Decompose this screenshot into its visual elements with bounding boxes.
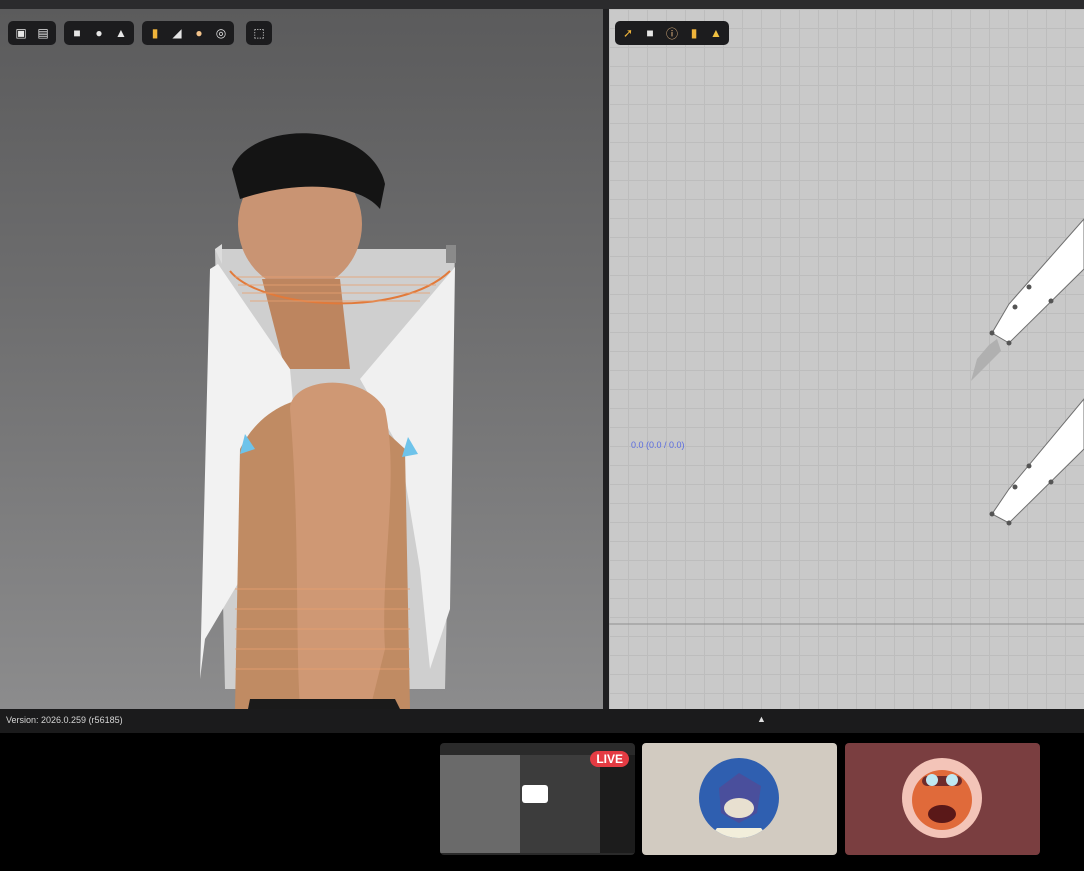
status-bar: Version: 2026.0.259 (r56185) ▲ <box>0 709 1084 733</box>
pattern-canvas <box>609 218 1084 625</box>
viewport-3d-toolbar-group-1: ▣ ▤ <box>8 21 56 45</box>
viewport-3d-toolbar-group-2: ■ ● ▲ <box>64 21 134 45</box>
participant-tile-wolf[interactable] <box>642 743 837 855</box>
panel-toggle-button[interactable]: ▲ <box>757 714 766 724</box>
viewport-2d[interactable]: ➚ ■ ⓘ ▮ ▲ 0.0 (0.0 / 0.0) <box>609 9 1084 709</box>
avatar-icon[interactable]: ▲ <box>112 24 130 42</box>
skin-icon[interactable]: ● <box>190 24 208 42</box>
screen-share-tile[interactable]: LIVE <box>440 743 635 855</box>
avatar-arm <box>290 382 391 709</box>
pattern-piece-2 <box>991 398 1084 524</box>
share-preview-left <box>440 755 520 853</box>
participant-avatar <box>902 758 982 838</box>
pattern-piece-1 <box>991 218 1084 344</box>
participant-tile-tiger[interactable] <box>845 743 1040 855</box>
share-preview-right <box>600 755 635 853</box>
globe-icon[interactable]: ◎ <box>212 24 230 42</box>
shirt-cube-icon[interactable]: ▤ <box>34 24 52 42</box>
monitor-icon <box>522 785 548 803</box>
top-toolbar-strip <box>0 0 1084 9</box>
tshirt-icon[interactable]: ■ <box>68 24 86 42</box>
share-preview-middle <box>520 755 600 853</box>
live-badge: LIVE <box>590 751 629 767</box>
avatar-shorts <box>248 699 400 709</box>
version-label: Version: 2026.0.259 (r56185) <box>6 715 123 725</box>
participant-avatar <box>699 758 779 838</box>
3d-scene <box>200 133 456 709</box>
viewport-3d[interactable]: ▣ ▤ ■ ● ▲ ▮ ◢ ● ◎ ⬚ <box>0 9 603 709</box>
cube-icon[interactable]: ▣ <box>12 24 30 42</box>
coordinate-readout: 0.0 (0.0 / 0.0) <box>631 440 685 450</box>
cylinder-tab-right <box>446 245 456 263</box>
surface-icon[interactable]: ◢ <box>168 24 186 42</box>
fabric-icon[interactable]: ● <box>90 24 108 42</box>
select-icon[interactable]: ⬚ <box>250 24 268 42</box>
viewport-3d-toolbar-group-3: ▮ ◢ ● ◎ <box>142 21 234 45</box>
texture-icon[interactable]: ▮ <box>146 24 164 42</box>
viewport-3d-toolbar-group-4: ⬚ <box>246 21 272 45</box>
pattern-shadow <box>971 339 1001 381</box>
